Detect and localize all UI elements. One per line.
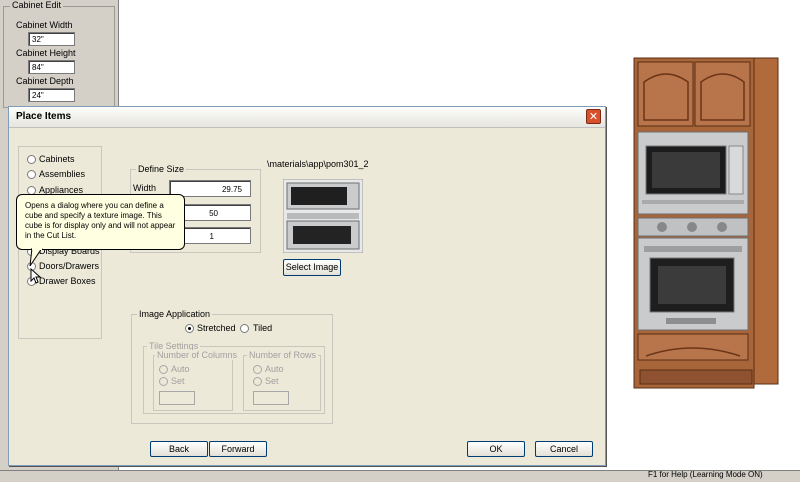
- cabinet-3d-preview[interactable]: [626, 52, 786, 392]
- rows-auto-radio[interactable]: [253, 365, 262, 374]
- columns-title: Number of Columns: [155, 350, 240, 360]
- columns-auto-radio[interactable]: [159, 365, 168, 374]
- back-button[interactable]: Back: [150, 441, 208, 457]
- stretched-radio[interactable]: [185, 324, 194, 333]
- display-cubes-tooltip: Opens a dialog where you can define a cu…: [16, 194, 185, 250]
- image-application-title: Image Application: [137, 309, 213, 319]
- image-path: \materials\app\pom301_2: [267, 159, 369, 169]
- rows-auto-label: Auto: [265, 364, 284, 374]
- cabinet-edit-title: Cabinet Edit: [10, 0, 64, 10]
- columns-count-input[interactable]: [159, 391, 195, 405]
- cabinet-depth-field[interactable]: 24": [28, 88, 75, 102]
- dialog-title-bar[interactable]: Place Items ✕: [9, 107, 605, 128]
- close-button[interactable]: ✕: [586, 109, 601, 124]
- tiled-label: Tiled: [253, 323, 273, 333]
- cabinet-height-field[interactable]: 84": [28, 60, 75, 74]
- columns-set-label: Set: [171, 376, 185, 386]
- upper-left-door: [637, 61, 694, 127]
- bottom-drawer: [637, 333, 749, 361]
- width-label: Width: [133, 183, 157, 193]
- cabinet-toe-kick: [639, 369, 753, 385]
- tooltip-pointer: [29, 248, 43, 267]
- columns-auto-label: Auto: [171, 364, 190, 374]
- tiled-radio[interactable]: [240, 324, 249, 333]
- item-type-label: Drawer Boxes: [39, 276, 96, 287]
- cabinet-width-field[interactable]: 32": [28, 32, 75, 46]
- dialog-title: Place Items: [16, 111, 72, 122]
- cabinet-side-panel: [751, 57, 779, 385]
- item-type-label: Assemblies: [39, 169, 86, 180]
- forward-button[interactable]: Forward: [209, 441, 267, 457]
- cabinet-width-label: Cabinet Width: [16, 20, 73, 30]
- item-type-label: Doors/Drawers: [39, 261, 100, 272]
- rows-title: Number of Rows: [247, 350, 319, 360]
- place-items-dialog: Place Items ✕ Define Size Width 29.75 50…: [8, 106, 606, 466]
- status-bar: F1 for Help (Learning Mode ON): [0, 470, 800, 482]
- item-type-radio[interactable]: [27, 155, 36, 164]
- upper-right-door: [694, 61, 751, 127]
- rows-set-radio[interactable]: [253, 377, 262, 386]
- rows-count-input[interactable]: [253, 391, 289, 405]
- define-size-title: Define Size: [136, 164, 187, 174]
- select-image-button[interactable]: Select Image: [283, 259, 341, 276]
- rows-set-label: Set: [265, 376, 279, 386]
- cabinet-height-label: Cabinet Height: [16, 48, 76, 58]
- ok-button[interactable]: OK: [467, 441, 525, 457]
- cabinet-depth-label: Cabinet Depth: [16, 76, 74, 86]
- help-hint: F1 for Help (Learning Mode ON): [648, 470, 763, 479]
- columns-set-radio[interactable]: [159, 377, 168, 386]
- mouse-cursor-icon: [30, 268, 42, 284]
- close-icon: ✕: [588, 111, 599, 123]
- image-preview: [283, 179, 363, 253]
- item-type-label: Cabinets: [39, 154, 75, 164]
- stretched-label: Stretched: [197, 323, 236, 333]
- cancel-button[interactable]: Cancel: [535, 441, 593, 457]
